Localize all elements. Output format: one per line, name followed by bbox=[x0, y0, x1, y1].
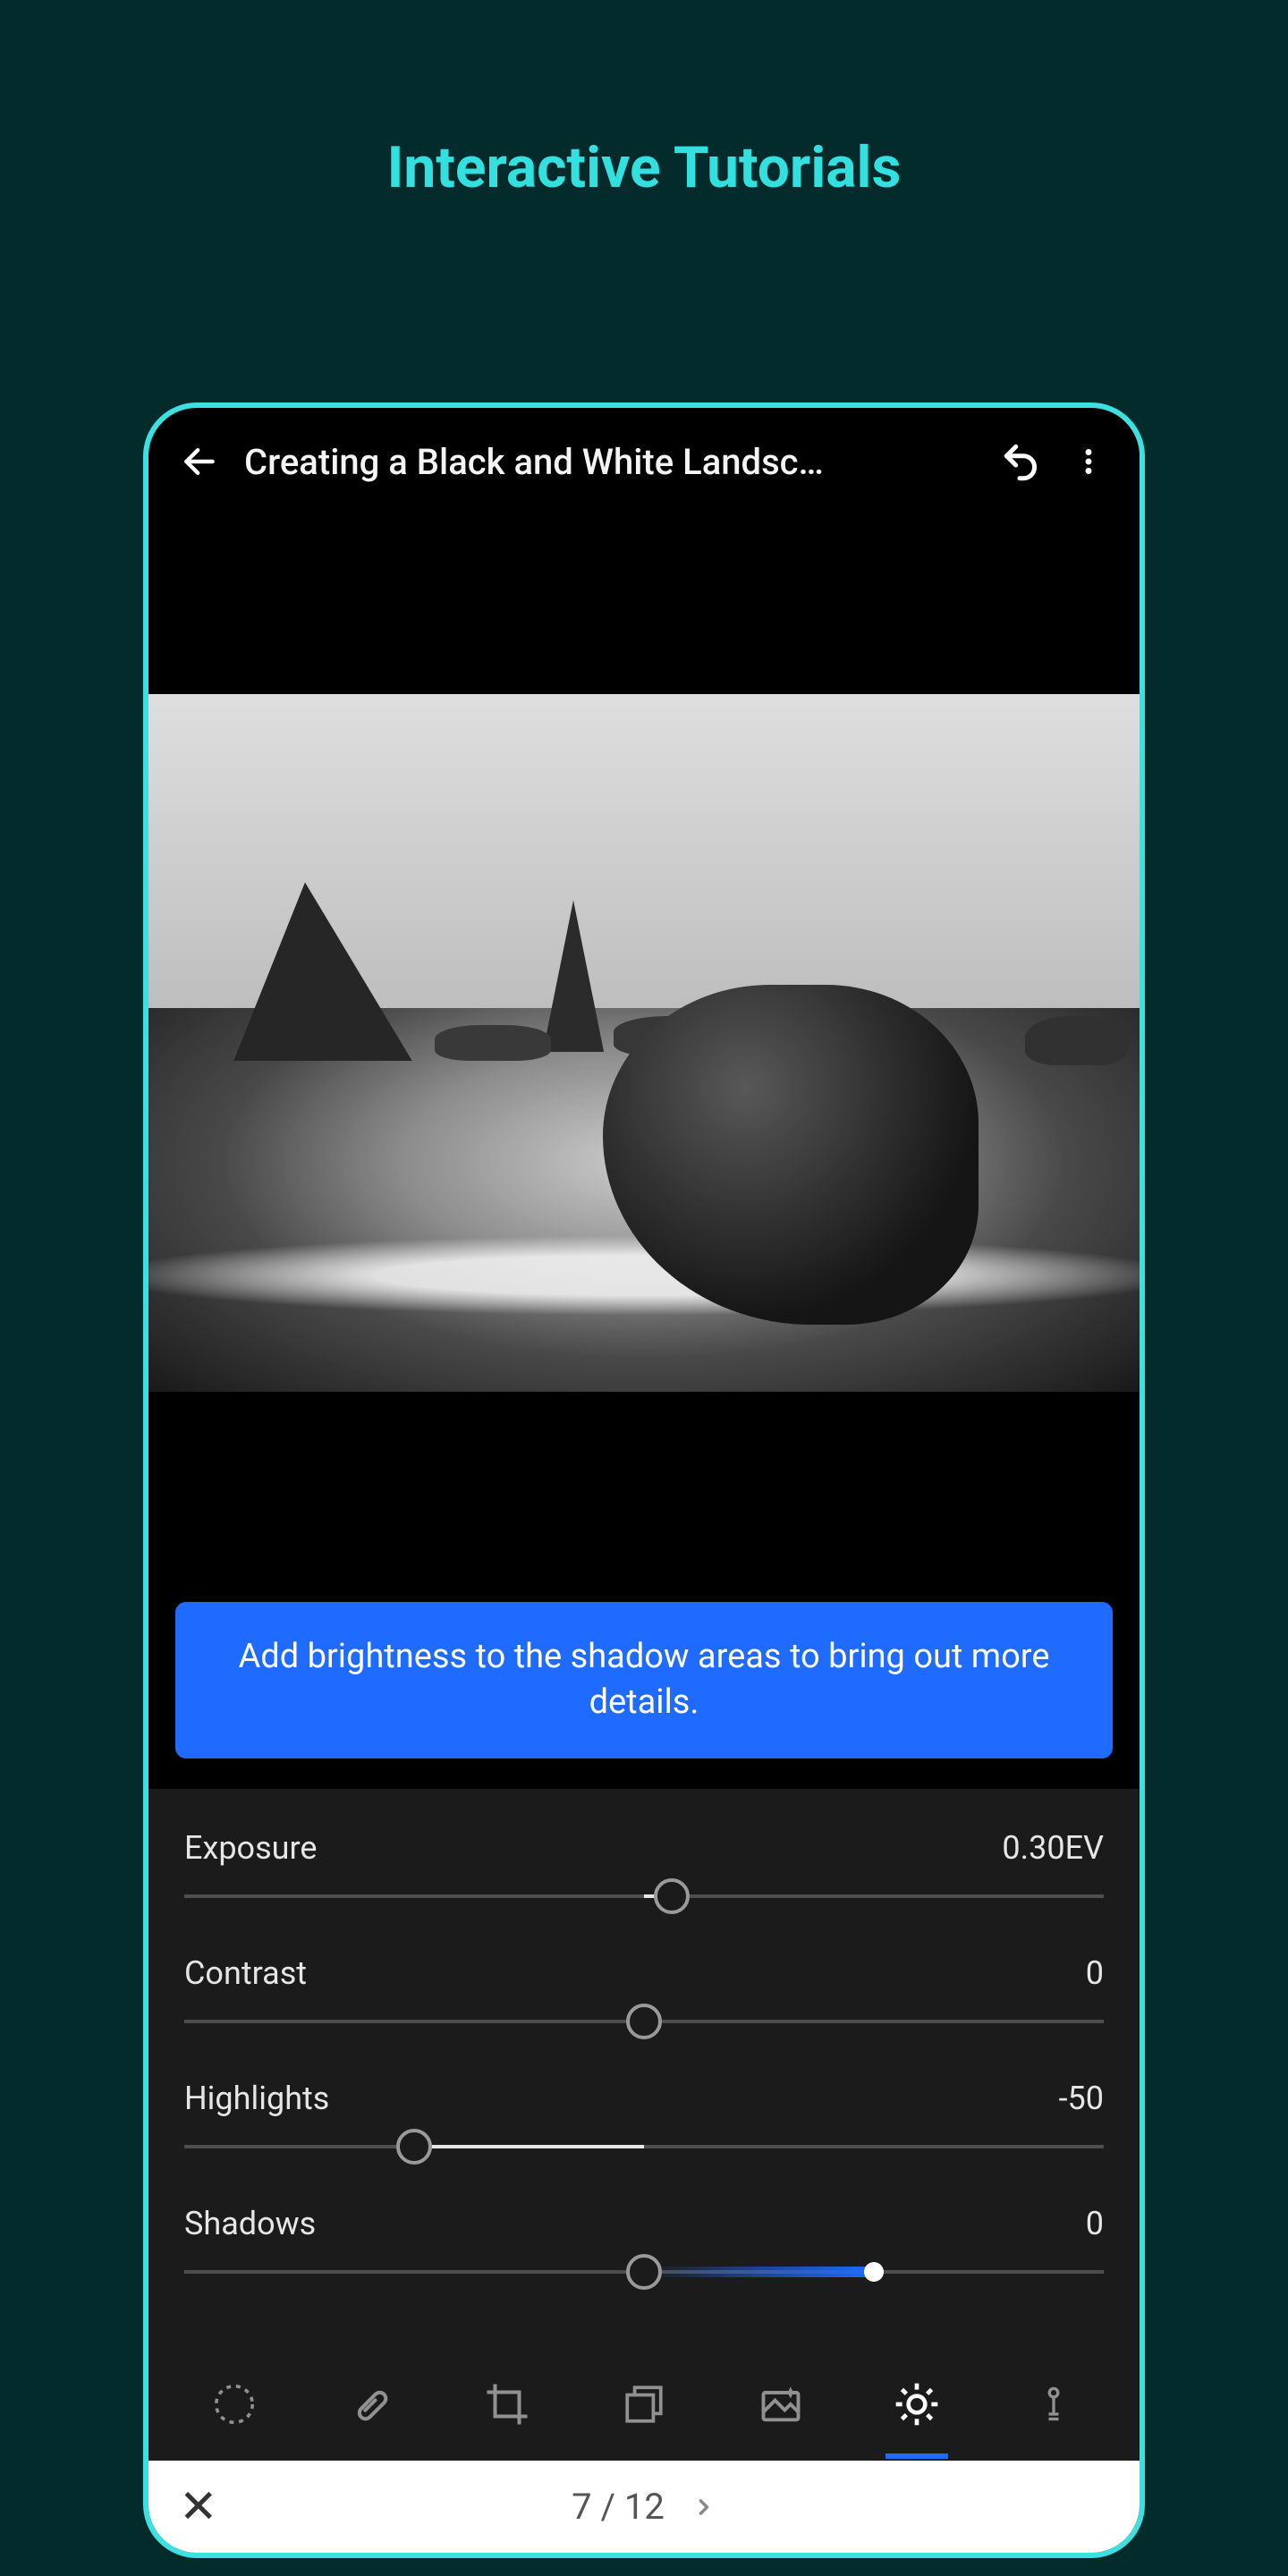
slider-label: Shadows bbox=[184, 2205, 316, 2242]
crop-tool-icon[interactable] bbox=[458, 2355, 556, 2453]
slider-label: Highlights bbox=[184, 2080, 329, 2117]
slider-shadows: Shadows 0 bbox=[184, 2205, 1104, 2285]
device-frame: Creating a Black and White Landsc… Add b… bbox=[143, 402, 1145, 2558]
slider-hint-target bbox=[864, 2262, 884, 2282]
edit-toolbar bbox=[148, 2348, 1140, 2462]
tutorial-tip[interactable]: Add brightness to the shadow areas to br… bbox=[175, 1602, 1113, 1758]
slider-track[interactable] bbox=[184, 1883, 1104, 1910]
slider-track[interactable] bbox=[184, 2258, 1104, 2285]
photo-canvas bbox=[148, 694, 1140, 1392]
more-vertical-icon[interactable] bbox=[1066, 439, 1111, 484]
slider-value: 0 bbox=[1086, 1954, 1104, 1992]
slider-thumb[interactable] bbox=[654, 1878, 690, 1914]
presets-tool-icon[interactable] bbox=[595, 2355, 693, 2453]
light-tool-icon[interactable] bbox=[868, 2355, 966, 2453]
tutorial-footer: ✕ 7 / 12 bbox=[148, 2461, 1140, 2553]
tip-container: Add brightness to the shadow areas to br… bbox=[148, 1580, 1140, 1789]
slider-label: Contrast bbox=[184, 1954, 307, 1992]
sliders-panel: Exposure 0.30EV Contrast 0 Highlights -50 Shad… bbox=[148, 1789, 1140, 2348]
slider-hint bbox=[644, 2267, 874, 2277]
slider-exposure: Exposure 0.30EV bbox=[184, 1829, 1104, 1910]
back-arrow-icon[interactable] bbox=[177, 439, 222, 484]
app-header: Creating a Black and White Landsc… bbox=[148, 408, 1140, 506]
slider-track[interactable] bbox=[184, 2133, 1104, 2160]
close-button[interactable]: ✕ bbox=[179, 2484, 218, 2530]
photo-preview[interactable] bbox=[148, 506, 1140, 1580]
slider-thumb[interactable] bbox=[626, 2004, 662, 2039]
slider-value: 0 bbox=[1086, 2205, 1104, 2242]
slider-label: Exposure bbox=[184, 1829, 317, 1867]
chevron-right-icon[interactable] bbox=[691, 2495, 716, 2520]
step-text: 7 / 12 bbox=[572, 2486, 665, 2528]
slider-thumb[interactable] bbox=[626, 2254, 662, 2290]
auto-tool-icon[interactable] bbox=[732, 2355, 830, 2453]
healing-tool-icon[interactable] bbox=[322, 2355, 420, 2453]
color-tool-icon[interactable] bbox=[1004, 2355, 1103, 2453]
step-indicator[interactable]: 7 / 12 bbox=[148, 2486, 1140, 2528]
slider-value: -50 bbox=[1059, 2080, 1104, 2117]
slider-highlights: Highlights -50 bbox=[184, 2080, 1104, 2160]
slider-contrast: Contrast 0 bbox=[184, 1954, 1104, 2035]
page-title: Interactive Tutorials bbox=[0, 0, 1288, 201]
undo-icon[interactable] bbox=[999, 439, 1044, 484]
slider-thumb[interactable] bbox=[396, 2129, 432, 2165]
slider-track[interactable] bbox=[184, 2008, 1104, 2035]
slider-value: 0.30EV bbox=[1002, 1829, 1104, 1867]
selective-tool-icon[interactable] bbox=[185, 2355, 284, 2453]
screen-title: Creating a Black and White Landsc… bbox=[244, 441, 977, 483]
